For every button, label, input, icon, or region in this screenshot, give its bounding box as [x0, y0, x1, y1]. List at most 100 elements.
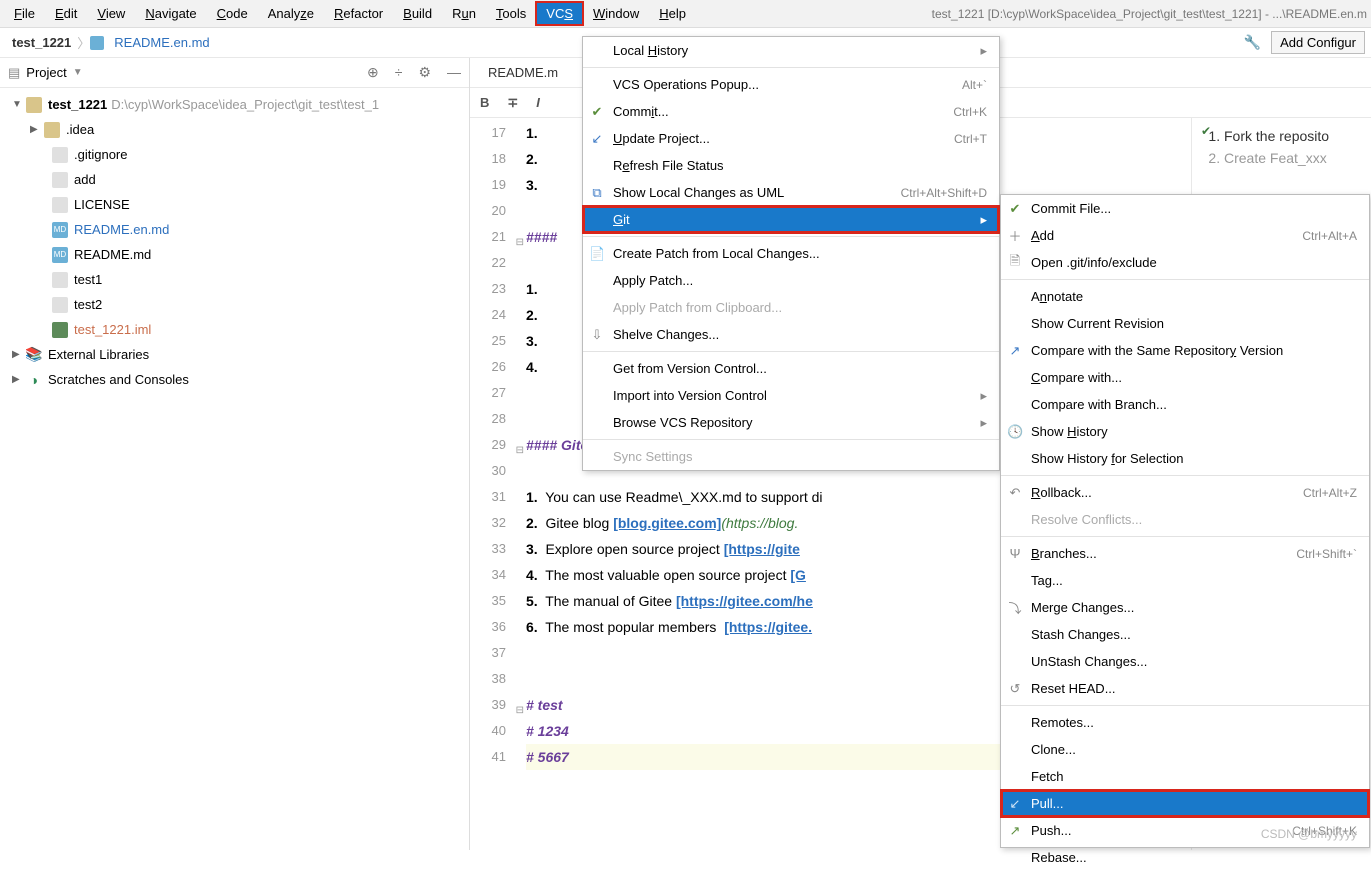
- git-compare-branch[interactable]: Compare with Branch...: [1001, 391, 1369, 418]
- check-icon: ✔: [1201, 124, 1211, 138]
- menu-build[interactable]: Build: [393, 2, 442, 25]
- preview-item: Create Feat_xxx: [1224, 150, 1361, 166]
- menu-browse-vcs[interactable]: Browse VCS Repository▸: [583, 409, 999, 436]
- menu-refresh-status[interactable]: Refresh File Status: [583, 152, 999, 179]
- git-compare-with[interactable]: Compare with...: [1001, 364, 1369, 391]
- git-compare-same[interactable]: ↗Compare with the Same Repository Versio…: [1001, 337, 1369, 364]
- menu-window[interactable]: Window: [583, 2, 649, 25]
- file-icon: [52, 272, 68, 288]
- breadcrumb-project[interactable]: test_1221: [6, 33, 77, 52]
- git-show-revision[interactable]: Show Current Revision: [1001, 310, 1369, 337]
- git-annotate[interactable]: Annotate: [1001, 283, 1369, 310]
- expand-arrow-icon[interactable]: ▶: [12, 374, 26, 385]
- menu-shelve-changes[interactable]: ⇩Shelve Changes...: [583, 321, 999, 348]
- tree-item-test1[interactable]: test1: [0, 267, 469, 292]
- preview-item: Fork the reposito: [1224, 128, 1361, 144]
- file-icon: [52, 172, 68, 188]
- pull-icon: ↙: [1007, 796, 1023, 812]
- library-icon: 📚: [26, 347, 42, 363]
- file-icon: [52, 147, 68, 163]
- git-tag[interactable]: Tag...: [1001, 567, 1369, 594]
- gear-icon[interactable]: ⚙: [418, 64, 431, 81]
- git-fetch[interactable]: Fetch: [1001, 763, 1369, 790]
- menu-analyze[interactable]: Analyze: [258, 2, 324, 25]
- bold-button[interactable]: B: [480, 95, 489, 110]
- folder-icon: [26, 97, 42, 113]
- tree-item-test2[interactable]: test2: [0, 292, 469, 317]
- menu-get-from-vc[interactable]: Get from Version Control...: [583, 355, 999, 382]
- strike-button[interactable]: ∓: [507, 95, 518, 111]
- tree-root[interactable]: ▼ test_1221 D:\cyp\WorkSpace\idea_Projec…: [0, 92, 469, 117]
- git-rollback[interactable]: ↶Rollback...Ctrl+Alt+Z: [1001, 479, 1369, 506]
- git-stash[interactable]: Stash Changes...: [1001, 621, 1369, 648]
- shelve-icon: ⇩: [589, 327, 605, 343]
- menu-git[interactable]: Git▸: [583, 206, 999, 233]
- git-merge[interactable]: ⤵Merge Changes...: [1001, 594, 1369, 621]
- tree-item-readme-en[interactable]: MD README.en.md: [0, 217, 469, 242]
- project-view-label[interactable]: Project: [26, 65, 66, 80]
- menu-file[interactable]: File: [4, 2, 45, 25]
- menu-tools[interactable]: Tools: [486, 2, 536, 25]
- window-title: test_1221 [D:\cyp\WorkSpace\idea_Project…: [932, 7, 1367, 21]
- git-commit-file[interactable]: ✔Commit File...: [1001, 195, 1369, 222]
- git-add[interactable]: ＋AddCtrl+Alt+A: [1001, 222, 1369, 249]
- tree-item-add[interactable]: add: [0, 167, 469, 192]
- patch-icon: 📄: [589, 246, 605, 262]
- update-icon: ↙: [589, 131, 605, 147]
- git-resolve-conflicts: Resolve Conflicts...: [1001, 506, 1369, 533]
- git-branches[interactable]: ΨBranches...Ctrl+Shift+`: [1001, 540, 1369, 567]
- chevron-down-icon[interactable]: ▼: [73, 67, 83, 78]
- menu-vcs[interactable]: VCS: [536, 2, 583, 25]
- menu-navigate[interactable]: Navigate: [135, 2, 206, 25]
- menu-show-uml[interactable]: ⧉Show Local Changes as UMLCtrl+Alt+Shift…: [583, 179, 999, 206]
- git-show-history[interactable]: 🕓Show History: [1001, 418, 1369, 445]
- git-remotes[interactable]: Remotes...: [1001, 709, 1369, 736]
- menu-sync-settings: Sync Settings: [583, 443, 999, 470]
- minimize-icon[interactable]: —: [447, 64, 461, 81]
- git-clone[interactable]: Clone...: [1001, 736, 1369, 763]
- breadcrumb-file[interactable]: README.en.md: [108, 33, 215, 52]
- tree-item-iml[interactable]: test_1221.iml: [0, 317, 469, 342]
- wrench-icon[interactable]: 🔧: [1244, 34, 1261, 51]
- tree-external-libraries[interactable]: ▶ 📚 External Libraries: [0, 342, 469, 367]
- tree-item-license[interactable]: LICENSE: [0, 192, 469, 217]
- line-gutter: 17181920 2122232425262728 29303132333435…: [470, 118, 526, 850]
- menu-import-vc[interactable]: Import into Version Control▸: [583, 382, 999, 409]
- file-icon: 🗎: [1007, 252, 1023, 274]
- watermark: CSDN @bmyyyyy: [1261, 827, 1357, 841]
- menu-code[interactable]: Code: [207, 2, 258, 25]
- menu-local-history[interactable]: Local History▸: [583, 37, 999, 64]
- vcs-menu: Local History▸ VCS Operations Popup...Al…: [582, 36, 1000, 471]
- tree-item-readme[interactable]: MD README.md: [0, 242, 469, 267]
- menu-refactor[interactable]: Refactor: [324, 2, 393, 25]
- markdown-icon: MD: [52, 222, 68, 238]
- expand-arrow-icon[interactable]: ▶: [12, 349, 26, 360]
- tree-item-gitignore[interactable]: .gitignore: [0, 142, 469, 167]
- git-open-exclude[interactable]: 🗎Open .git/info/exclude: [1001, 249, 1369, 276]
- expand-arrow-icon[interactable]: ▶: [30, 124, 44, 135]
- plus-icon: ＋: [1007, 226, 1023, 245]
- expand-arrow-icon[interactable]: ▼: [12, 99, 26, 110]
- menu-edit[interactable]: Edit: [45, 2, 87, 25]
- menu-create-patch[interactable]: 📄Create Patch from Local Changes...: [583, 240, 999, 267]
- menu-commit[interactable]: ✔Commit...Ctrl+K: [583, 98, 999, 125]
- menu-update-project[interactable]: ↙Update Project...Ctrl+T: [583, 125, 999, 152]
- uml-icon: ⧉: [589, 185, 605, 201]
- add-configuration-button[interactable]: Add Configur: [1271, 31, 1365, 54]
- menu-vcs-operations[interactable]: VCS Operations Popup...Alt+`: [583, 71, 999, 98]
- expand-icon[interactable]: ÷: [395, 64, 403, 81]
- menu-help[interactable]: Help: [649, 2, 696, 25]
- tree-item-idea[interactable]: ▶ .idea: [0, 117, 469, 142]
- git-rebase[interactable]: Rebase...: [1001, 844, 1369, 871]
- git-unstash[interactable]: UnStash Changes...: [1001, 648, 1369, 675]
- menu-view[interactable]: View: [87, 2, 135, 25]
- git-show-history-selection[interactable]: Show History for Selection: [1001, 445, 1369, 472]
- git-reset-head[interactable]: ↺Reset HEAD...: [1001, 675, 1369, 702]
- git-pull[interactable]: ↙Pull...: [1001, 790, 1369, 817]
- target-icon[interactable]: ⊕: [367, 64, 379, 81]
- menu-run[interactable]: Run: [442, 2, 486, 25]
- editor-tab-readme[interactable]: README.m: [476, 61, 566, 84]
- menu-apply-patch[interactable]: Apply Patch...: [583, 267, 999, 294]
- tree-scratches[interactable]: ▶ ◑ Scratches and Consoles: [0, 367, 469, 392]
- italic-button[interactable]: I: [536, 95, 540, 110]
